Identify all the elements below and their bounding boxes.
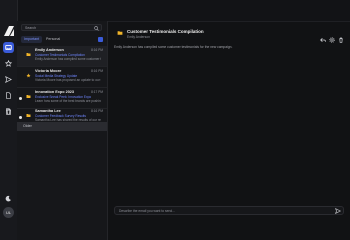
message-title: Customer Testimonials Compilation (127, 29, 204, 34)
sender-name: Victoria Moore (35, 69, 62, 73)
settings-button[interactable] (329, 30, 335, 43)
sender-name: Innovation Expo 2023 (35, 90, 75, 94)
time-label: 8:17 PM (91, 90, 103, 94)
search-input[interactable]: Search (21, 24, 102, 31)
list-tabs: Important Personal (21, 36, 103, 43)
trash-icon (6, 108, 11, 115)
nav-drafts[interactable] (3, 90, 14, 101)
nav-sent[interactable] (3, 74, 14, 85)
delete-button[interactable] (338, 30, 344, 43)
star-icon (5, 60, 12, 67)
search-icon (94, 26, 99, 31)
message-sender: Emily Anderson (127, 35, 150, 39)
nav-starred[interactable] (3, 58, 14, 69)
message-actions (320, 30, 344, 43)
nav-rail: UL (0, 0, 18, 240)
preview-text: Learn how some of the best brands are pu… (35, 99, 101, 103)
trash-icon (339, 37, 343, 43)
avatar[interactable]: UL (3, 207, 14, 218)
message-detail: Customer Testimonials Compilation Emily … (108, 21, 350, 240)
list-item[interactable]: Victoria Moore 8:16 PM Social Media Stra… (17, 67, 107, 88)
message-body: Emily Anderson has compiled some custome… (114, 45, 233, 49)
reply-icon (320, 37, 326, 43)
time-label: 8:16 PM (91, 48, 103, 52)
reply-button[interactable] (320, 30, 326, 43)
nav-inbox[interactable] (3, 42, 14, 53)
older-section-header[interactable]: Older (17, 122, 107, 131)
compose-button[interactable] (98, 37, 103, 42)
time-label: 8:16 PM (91, 109, 103, 113)
tab-personal[interactable]: Personal (43, 36, 63, 43)
message-list: Search Important Personal Emily Anderson… (17, 21, 108, 240)
time-label: 8:16 PM (91, 69, 103, 73)
search-placeholder: Search (25, 26, 37, 30)
send-icon[interactable] (335, 208, 341, 214)
folder-icon (26, 95, 31, 98)
list-item[interactable]: Innovation Expo 2023 8:17 PM Exclusive S… (17, 88, 107, 109)
unread-dot (19, 97, 22, 100)
gear-icon (329, 37, 335, 43)
tab-important[interactable]: Important (21, 36, 43, 43)
star-icon (26, 73, 31, 78)
file-icon (6, 92, 11, 99)
send-icon (5, 76, 12, 83)
logo-icon (4, 26, 14, 36)
sender-name: Emily Anderson (35, 48, 64, 52)
nav-trash-button[interactable] (3, 106, 14, 117)
reply-placeholder: Describe the email you want to send... (119, 209, 175, 213)
inbox-icon (5, 44, 12, 51)
list-item[interactable]: Emily Anderson 8:16 PM Customer Testimon… (17, 46, 107, 67)
moon-icon (5, 195, 11, 202)
top-bar (17, 0, 350, 22)
theme-toggle[interactable] (3, 193, 14, 204)
unread-dot (19, 116, 22, 119)
folder-icon (117, 31, 123, 35)
folder-icon (26, 53, 31, 56)
preview-text: Emily Anderson has compiled some custome… (35, 57, 101, 61)
sender-name: Samantha Lee (35, 109, 61, 113)
preview-text: Victoria Moore has proposed an update to… (35, 78, 101, 82)
reply-input[interactable]: Describe the email you want to send... (114, 206, 344, 215)
folder-icon (26, 114, 31, 117)
